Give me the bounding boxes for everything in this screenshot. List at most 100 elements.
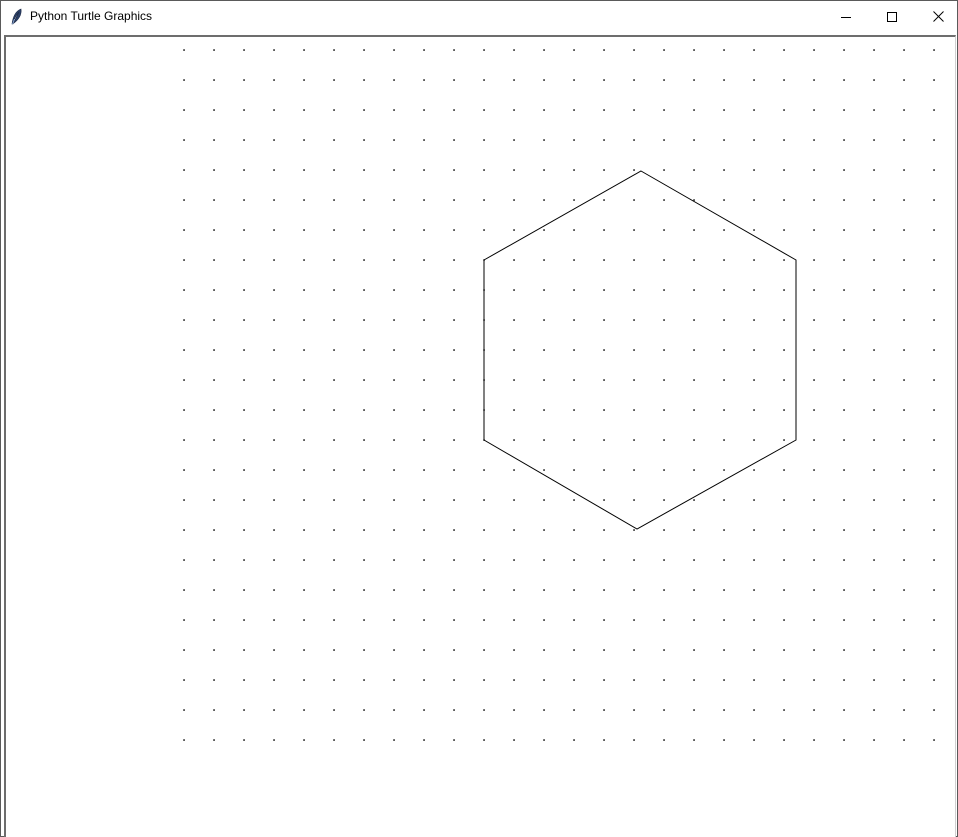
grid-dot (243, 679, 245, 681)
grid-dot (333, 649, 335, 651)
grid-dot (933, 319, 935, 321)
minimize-button[interactable] (823, 1, 869, 32)
minimize-icon (841, 16, 851, 18)
grid-dot (333, 199, 335, 201)
grid-dot (813, 349, 815, 351)
grid-dot (543, 169, 545, 171)
grid-dot (423, 139, 425, 141)
grid-dot (273, 499, 275, 501)
grid-dot (183, 139, 185, 141)
grid-dot (213, 529, 215, 531)
grid-dot (693, 49, 695, 51)
grid-dot (813, 379, 815, 381)
grid-dot (243, 529, 245, 531)
grid-dot (333, 259, 335, 261)
grid-dot (513, 169, 515, 171)
grid-dot (723, 499, 725, 501)
grid-dot (363, 739, 365, 741)
grid-dot (393, 379, 395, 381)
grid-dot (843, 469, 845, 471)
grid-dot (843, 589, 845, 591)
grid-dot (543, 499, 545, 501)
grid-dot (693, 379, 695, 381)
grid-dot (213, 469, 215, 471)
grid-dot (573, 49, 575, 51)
grid-dot (393, 559, 395, 561)
grid-dot (843, 169, 845, 171)
grid-dot (273, 319, 275, 321)
grid-dot (183, 259, 185, 261)
grid-dot (933, 139, 935, 141)
grid-dot (183, 379, 185, 381)
grid-dot (453, 49, 455, 51)
grid-dot (903, 139, 905, 141)
grid-dot (903, 349, 905, 351)
close-button[interactable] (915, 1, 958, 32)
grid-dot (393, 139, 395, 141)
grid-dot (453, 529, 455, 531)
grid-dot (513, 559, 515, 561)
grid-dot (393, 169, 395, 171)
grid-dot (483, 559, 485, 561)
grid-dot (903, 529, 905, 531)
grid-dot (543, 679, 545, 681)
grid-dot (213, 709, 215, 711)
grid-dot (513, 499, 515, 501)
grid-dot (603, 49, 605, 51)
grid-dot (813, 589, 815, 591)
grid-dot (273, 49, 275, 51)
grid-dot (543, 409, 545, 411)
grid-dot (183, 679, 185, 681)
grid-dot (573, 559, 575, 561)
grid-dot (363, 199, 365, 201)
grid-dot (543, 79, 545, 81)
grid-dot (693, 139, 695, 141)
grid-dot (573, 169, 575, 171)
grid-dot (873, 529, 875, 531)
grid-dot (723, 379, 725, 381)
grid-dot (333, 469, 335, 471)
grid-dot (183, 469, 185, 471)
grid-dot (183, 49, 185, 51)
title-bar[interactable]: Python Turtle Graphics (1, 1, 957, 32)
grid-dot (663, 679, 665, 681)
grid-dot (813, 469, 815, 471)
grid-dot (303, 709, 305, 711)
grid-dot (303, 349, 305, 351)
grid-dot (453, 559, 455, 561)
grid-dot (273, 649, 275, 651)
grid-dot (723, 109, 725, 111)
turtle-canvas-area[interactable] (4, 35, 956, 837)
grid-dot (933, 79, 935, 81)
grid-dot (363, 619, 365, 621)
grid-dot (783, 289, 785, 291)
grid-dot (273, 79, 275, 81)
grid-dot (483, 229, 485, 231)
grid-dot (363, 379, 365, 381)
grid-dot (873, 229, 875, 231)
grid-dot (603, 319, 605, 321)
grid-dot (723, 49, 725, 51)
grid-dot (303, 499, 305, 501)
grid-dot (303, 199, 305, 201)
grid-dot (543, 619, 545, 621)
grid-dot (423, 319, 425, 321)
grid-dot (393, 499, 395, 501)
grid-dot (393, 649, 395, 651)
grid-dot (633, 49, 635, 51)
grid-dot (183, 169, 185, 171)
grid-dot (393, 529, 395, 531)
grid-dot (303, 469, 305, 471)
grid-dot (663, 139, 665, 141)
grid-dot (783, 109, 785, 111)
grid-dot (723, 439, 725, 441)
grid-dot (513, 739, 515, 741)
grid-dot (903, 169, 905, 171)
grid-dot (423, 529, 425, 531)
grid-dot (813, 49, 815, 51)
grid-dot (543, 49, 545, 51)
grid-dot (303, 169, 305, 171)
maximize-button[interactable] (869, 1, 915, 32)
grid-dot (303, 679, 305, 681)
grid-dot (513, 679, 515, 681)
